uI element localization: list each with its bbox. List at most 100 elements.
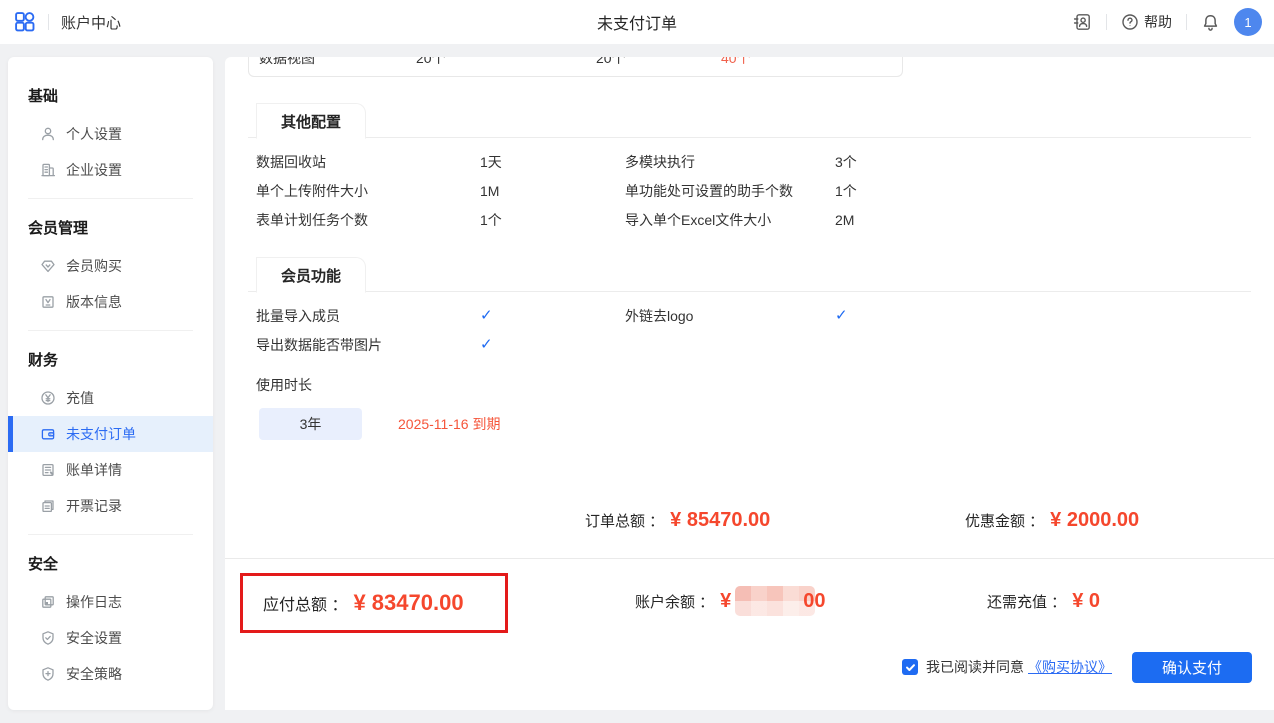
member-features-grid: 批量导入成员 ✓ 外链去logo ✓ 导出数据能否带图片 ✓ [256, 306, 1274, 355]
check-icon: ✓ [835, 306, 1274, 326]
balance-suffix: 00 [803, 590, 825, 613]
config-label: 数据回收站 [256, 152, 480, 172]
config-label: 单功能处可设置的助手个数 [625, 181, 835, 201]
sidebar-divider [28, 330, 193, 331]
version-doc-icon [40, 294, 56, 310]
recharge-amount: ¥ 0 [1072, 590, 1100, 613]
purchase-agreement-link[interactable]: 《购买协议》 [1028, 657, 1112, 677]
app-title: 账户中心 [61, 12, 121, 33]
balance-currency: ¥ [720, 590, 731, 613]
feature-label: 外链去logo [625, 306, 835, 326]
agreement-row: 我已阅读并同意 《购买协议》 [902, 657, 1112, 677]
recharge-group: 还需充值 ： ¥ 0 [987, 585, 1100, 617]
other-config-grid: 数据回收站 1天 多模块执行 3个 单个上传附件大小 1M 单功能处可设置的助手… [256, 152, 1274, 230]
empty-cell [835, 335, 1274, 355]
app-grid-logo-icon[interactable] [14, 11, 36, 33]
scrolled-table-row: 数据视图 20个 20个 40个 [248, 57, 903, 77]
building-icon [40, 162, 56, 178]
check-icon: ✓ [480, 335, 625, 355]
notification-bell-icon[interactable] [1201, 13, 1220, 32]
sidebar-item-member-purchase[interactable]: 会员购买 [8, 248, 213, 284]
config-label: 导入单个Excel文件大小 [625, 210, 835, 230]
header-divider [1106, 14, 1107, 30]
header-left: 账户中心 [0, 11, 121, 33]
config-label: 单个上传附件大小 [256, 181, 480, 201]
config-value: 1M [480, 181, 625, 201]
other-config-tabbar: 其他配置 [248, 102, 1251, 138]
user-avatar[interactable]: 1 [1234, 8, 1262, 36]
duration-chip[interactable]: 3年 [259, 408, 362, 440]
sidebar-section-security: 安全 [8, 545, 213, 584]
balance-group: 账户余额 ： ¥ 00 [635, 585, 826, 617]
sidebar-item-label: 会员购买 [66, 256, 122, 276]
config-label: 表单计划任务个数 [256, 210, 480, 230]
sidebar-item-label: 操作日志 [66, 592, 122, 612]
header-right: 帮助 1 [1072, 8, 1274, 36]
totals-row: 订单总额 ： ¥ 85470.00 优惠金额 ： ¥ 2000.00 [225, 509, 1274, 537]
sidebar-item-personal-settings[interactable]: 个人设置 [8, 116, 213, 152]
sidebar-item-label: 安全设置 [66, 628, 122, 648]
yen-circle-icon [40, 390, 56, 406]
config-label: 多模块执行 [625, 152, 835, 172]
table-row-label: 数据视图 [259, 57, 315, 68]
sidebar-item-security-policy[interactable]: 安全策略 [8, 656, 213, 692]
table-cell: 20个 [596, 57, 626, 68]
sidebar-divider [28, 198, 193, 199]
shield-plus-icon [40, 666, 56, 682]
config-value: 1个 [480, 210, 625, 230]
config-value: 1个 [835, 181, 1274, 201]
order-total-group: 订单总额 ： ¥ 85470.00 [585, 509, 770, 532]
sidebar-item-unpaid-orders[interactable]: 未支付订单 [8, 416, 213, 452]
log-icon [40, 594, 56, 610]
config-value: 3个 [835, 152, 1274, 172]
help-label: 帮助 [1144, 12, 1172, 32]
confirm-pay-button[interactable]: 确认支付 [1132, 652, 1252, 683]
wallet-icon [40, 426, 56, 442]
sidebar-item-enterprise-settings[interactable]: 企业设置 [8, 152, 213, 188]
config-value: 2M [835, 210, 1274, 230]
sidebar-item-security-settings[interactable]: 安全设置 [8, 620, 213, 656]
balance-label: 账户余额 ： [635, 591, 714, 612]
order-total-label: 订单总额 ： [585, 510, 664, 531]
sidebar-item-label: 开票记录 [66, 496, 122, 516]
discount-group: 优惠金额 ： ¥ 2000.00 [965, 509, 1139, 532]
feature-label: 批量导入成员 [256, 306, 480, 326]
member-features-tabbar: 会员功能 [248, 256, 1251, 292]
discount-amount: ¥ 2000.00 [1050, 509, 1139, 532]
agreement-text: 我已阅读并同意 [926, 657, 1024, 677]
check-icon: ✓ [480, 306, 625, 326]
sidebar-item-label: 个人设置 [66, 124, 122, 144]
sidebar-item-bill-details[interactable]: 账单详情 [8, 452, 213, 488]
sidebar-item-label: 安全策略 [66, 664, 122, 684]
invoice-icon [40, 498, 56, 514]
help-button[interactable]: 帮助 [1121, 12, 1172, 32]
user-icon [40, 126, 56, 142]
sidebar-item-operation-log[interactable]: 操作日志 [8, 584, 213, 620]
sidebar-section-finance: 财务 [8, 341, 213, 380]
sidebar-item-label: 充值 [66, 388, 94, 408]
recharge-label: 还需充值 ： [987, 591, 1066, 612]
empty-cell [625, 335, 835, 355]
config-value: 1天 [480, 152, 625, 172]
sidebar-item-label: 账单详情 [66, 460, 122, 480]
payable-label: 应付总额 ： [263, 591, 347, 615]
tab-member-features[interactable]: 会员功能 [256, 257, 366, 293]
tab-other-config[interactable]: 其他配置 [256, 103, 366, 139]
table-cell-highlight: 40个 [721, 57, 751, 68]
order-total-amount: ¥ 85470.00 [670, 509, 770, 532]
sidebar-item-recharge[interactable]: 充值 [8, 380, 213, 416]
discount-label: 优惠金额 ： [965, 510, 1044, 531]
gem-icon [40, 258, 56, 274]
sidebar-item-version-info[interactable]: 版本信息 [8, 284, 213, 320]
top-header: 账户中心 未支付订单 帮助 [0, 0, 1274, 44]
sidebar-item-invoice-records[interactable]: 开票记录 [8, 488, 213, 524]
header-divider [1186, 14, 1187, 30]
agreement-checkbox[interactable] [902, 659, 918, 675]
contacts-icon[interactable] [1072, 12, 1092, 32]
bill-icon [40, 462, 56, 478]
sidebar-section-membership: 会员管理 [8, 209, 213, 248]
sidebar-item-label: 未支付订单 [66, 424, 136, 444]
payable-amount: ¥ 83470.00 [353, 590, 463, 616]
sidebar-section-basic: 基础 [8, 77, 213, 116]
shield-check-icon [40, 630, 56, 646]
